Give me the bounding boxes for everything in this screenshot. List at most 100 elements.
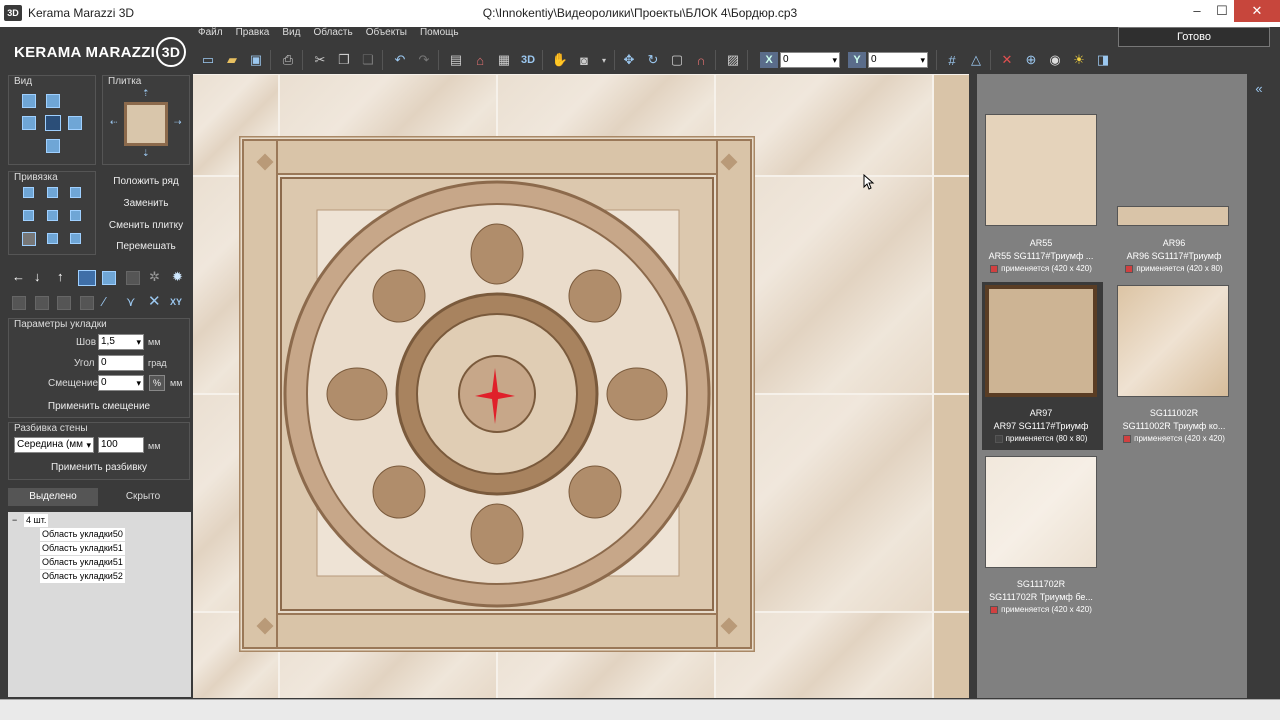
menu-file[interactable]: Файл — [198, 27, 223, 38]
snap-top-left-icon[interactable] — [23, 187, 34, 198]
save-icon[interactable]: ▣ — [246, 50, 266, 70]
apply-split-button[interactable]: Применить разбивку — [8, 462, 190, 473]
snap-bottom-left-icon[interactable] — [22, 232, 36, 246]
menu-objects[interactable]: Объекты — [366, 27, 407, 38]
draw-line-icon[interactable]: ⁄ — [103, 294, 105, 309]
paste-icon[interactable]: ❏ — [358, 50, 378, 70]
target-icon[interactable]: ⊕ — [1021, 50, 1041, 70]
hand-icon[interactable]: ✋ — [550, 50, 570, 70]
selected-tile-preview[interactable] — [124, 102, 168, 146]
snap-middle-left-icon[interactable] — [23, 210, 34, 221]
table-view-icon[interactable]: ▦ — [494, 50, 514, 70]
gear-icon[interactable]: ✲ — [149, 269, 160, 285]
center-marker-icon[interactable] — [475, 368, 515, 424]
snap-middle-right-icon[interactable] — [70, 210, 81, 221]
plan-view-icon[interactable]: ▤ — [446, 50, 466, 70]
delete-icon[interactable]: ✕ — [997, 50, 1017, 70]
snap-top-right-icon[interactable] — [70, 187, 81, 198]
redo-icon[interactable]: ↷ — [414, 50, 434, 70]
open-folder-icon[interactable]: ▰ — [222, 50, 242, 70]
grid-icon[interactable]: # — [942, 50, 962, 70]
image-icon[interactable]: ▨ — [723, 50, 743, 70]
layout-grid-icon[interactable] — [12, 296, 26, 310]
settings-icon[interactable]: ✹ — [172, 269, 183, 285]
tree-item[interactable]: Область укладки51 — [40, 556, 125, 569]
seam-select[interactable]: 1,5 — [98, 334, 144, 350]
snap-center-icon[interactable] — [47, 210, 58, 221]
print-icon[interactable]: ⎙ — [278, 50, 298, 70]
view-top-icon[interactable] — [46, 94, 60, 108]
tile-thumb-sg111002r[interactable] — [1117, 285, 1229, 397]
arrow-up-icon[interactable]: ⇡ — [142, 88, 150, 99]
layout-undo-icon[interactable] — [80, 296, 94, 310]
scale-icon[interactable]: ▢ — [667, 50, 687, 70]
new-file-icon[interactable]: ▭ — [198, 50, 218, 70]
shuffle-button[interactable]: Перемешать — [102, 241, 190, 252]
tree-item[interactable]: Область укладки52 — [40, 570, 125, 583]
offset-select[interactable]: 0 — [98, 375, 144, 391]
lay-row-button[interactable]: Положить ряд — [102, 176, 190, 187]
view-right-icon[interactable] — [68, 116, 82, 130]
move-left-icon[interactable]: ← — [12, 269, 25, 284]
tile-thumb-ar55[interactable] — [985, 114, 1097, 226]
tree-item[interactable]: Область укладки50 — [40, 528, 125, 541]
tree-item[interactable]: Область укладки51 — [40, 542, 125, 555]
camera-dropdown-icon[interactable]: ▾ — [594, 50, 614, 70]
move-right-icon[interactable] — [78, 270, 96, 286]
arrow-right-icon[interactable]: ⇢ — [174, 117, 182, 128]
close-button[interactable]: ✕ — [1234, 0, 1280, 22]
move-icon[interactable]: ✥ — [619, 50, 639, 70]
layout-rows-icon[interactable] — [35, 296, 49, 310]
replace-button[interactable]: Заменить — [102, 198, 190, 209]
tree-expander-icon[interactable]: − — [12, 515, 17, 525]
work-canvas[interactable] — [193, 74, 969, 698]
arrow-down-icon[interactable]: ⇣ — [142, 148, 150, 159]
maximize-button[interactable]: ☐ — [1208, 0, 1236, 22]
x-coordinate-input[interactable]: 0 — [780, 52, 840, 68]
tile-add-icon[interactable] — [102, 271, 116, 285]
layout-table-icon[interactable] — [57, 296, 71, 310]
apply-offset-button[interactable]: Применить смещение — [8, 401, 190, 412]
move-up-icon[interactable]: ↑ — [57, 269, 64, 284]
tile-thumb-ar96[interactable] — [1117, 206, 1229, 226]
copy-icon[interactable]: ❐ — [334, 50, 354, 70]
view-left-icon[interactable] — [22, 116, 36, 130]
eye-icon[interactable]: ◉ — [1045, 50, 1065, 70]
change-tile-button[interactable]: Сменить плитку — [102, 220, 190, 231]
view-floor-icon[interactable] — [46, 139, 60, 153]
menu-edit[interactable]: Правка — [236, 27, 270, 38]
room-view-icon[interactable]: ⌂ — [470, 50, 490, 70]
catalog-scrollbar[interactable] — [1247, 102, 1270, 698]
tab-hidden[interactable]: Скрыто — [98, 488, 188, 506]
magnet-icon[interactable]: ∩ — [691, 50, 711, 70]
snap-bottom-center-icon[interactable] — [47, 233, 58, 244]
move-down-icon[interactable]: ↓ — [34, 269, 41, 284]
menu-area[interactable]: Область — [313, 27, 352, 38]
triangle-icon[interactable]: △ — [966, 50, 986, 70]
minimize-button[interactable]: – — [1183, 0, 1211, 22]
draw-angle-icon[interactable]: ⋎ — [126, 294, 136, 310]
xy-icon[interactable]: XY — [170, 297, 182, 307]
split-mode-select[interactable]: Середина (мм — [14, 437, 94, 453]
tile-copy-icon[interactable] — [126, 271, 140, 285]
tree-root[interactable]: 4 шт. — [24, 514, 49, 527]
snap-top-center-icon[interactable] — [47, 187, 58, 198]
view-front-icon[interactable] — [22, 94, 36, 108]
light-icon[interactable]: ☀ — [1069, 50, 1089, 70]
view-wall-icon[interactable] — [45, 115, 61, 131]
rotate-icon[interactable]: ↻ — [643, 50, 663, 70]
snap-bottom-right-icon[interactable] — [70, 233, 81, 244]
done-button[interactable]: Готово — [1118, 27, 1270, 47]
y-coordinate-input[interactable]: 0 — [868, 52, 928, 68]
camera-icon[interactable]: ◙ — [574, 50, 594, 70]
offset-percent-toggle[interactable]: % — [149, 375, 165, 391]
menu-view[interactable]: Вид — [282, 27, 300, 38]
tile-thumb-sg111702r[interactable] — [985, 456, 1097, 568]
view-3d-button[interactable]: 3D — [518, 50, 538, 70]
cut-icon[interactable]: ✂ — [310, 50, 330, 70]
split-value-input[interactable]: 100 — [98, 437, 144, 453]
angle-input[interactable]: 0 — [98, 355, 144, 371]
mirror-icon[interactable]: ◨ — [1093, 50, 1113, 70]
delete-line-icon[interactable]: ✕ — [148, 292, 161, 310]
tile-thumb-ar97[interactable] — [985, 285, 1097, 397]
